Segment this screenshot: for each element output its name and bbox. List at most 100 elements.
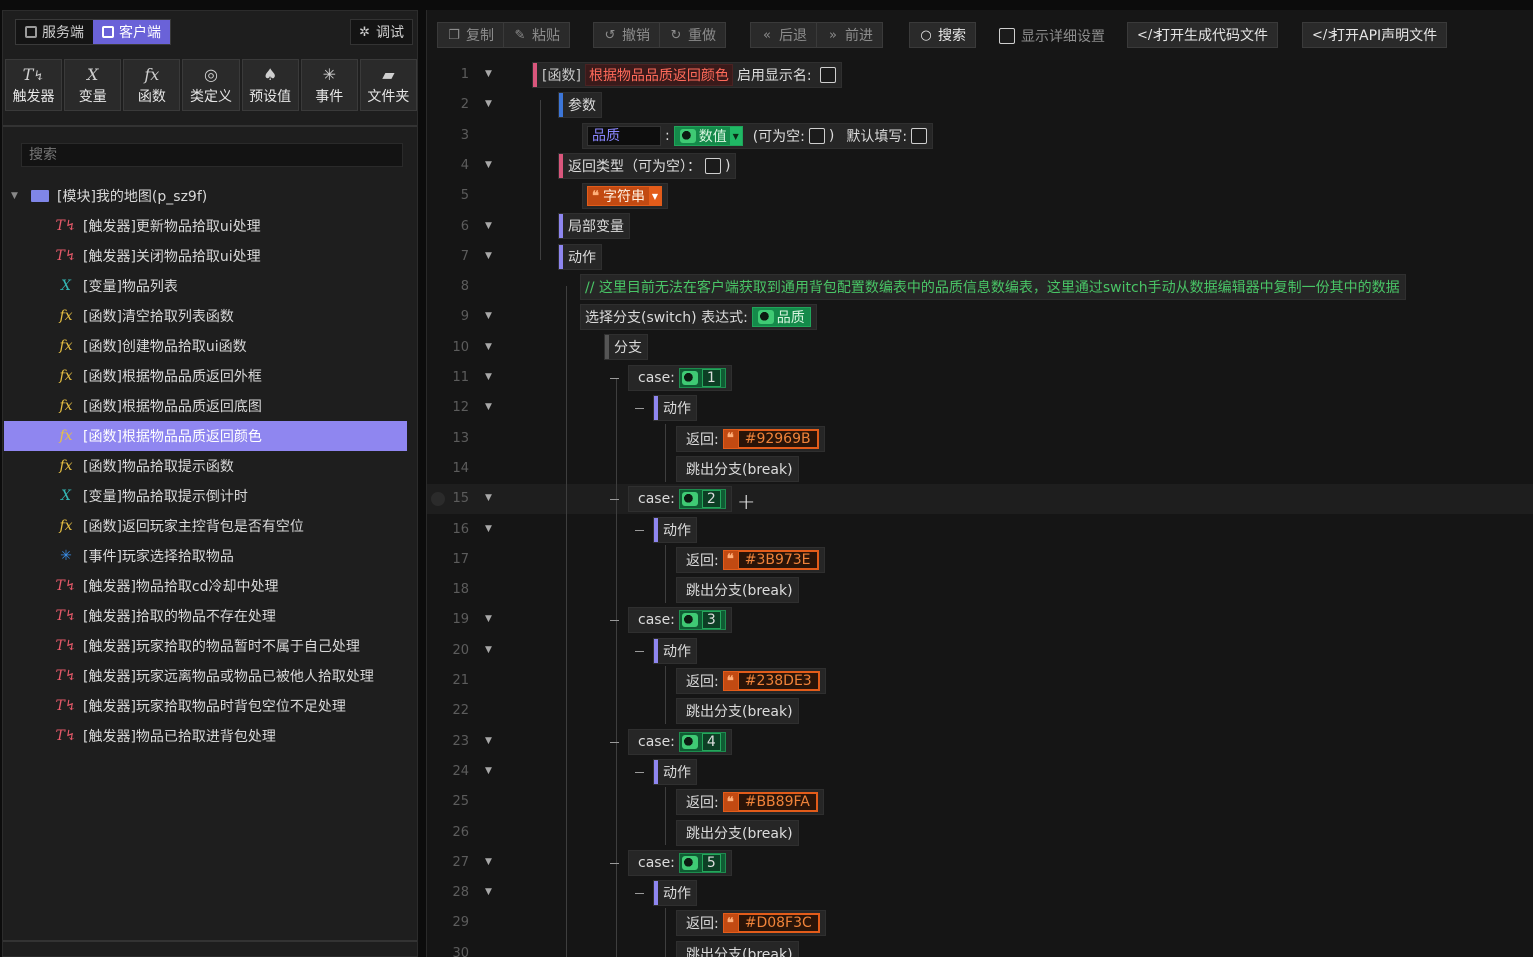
fold-toggle-icon[interactable]: ▼ [485, 645, 492, 655]
debug-button[interactable]: ✲ 调试 [350, 19, 413, 45]
return-value[interactable]: ❝ #238DE3 [722, 671, 820, 691]
fold-toggle-icon[interactable]: ▼ [485, 402, 492, 412]
chevron-down-icon[interactable]: ▼ [11, 191, 25, 201]
case-actions-block[interactable]: 动作 [653, 637, 697, 664]
switch-expression[interactable]: 品质 [751, 307, 811, 327]
fold-toggle-icon[interactable]: ▼ [485, 99, 492, 109]
tree-item[interactable]: fx [函数]创建物品拾取ui函数 [3, 331, 417, 361]
fold-toggle-icon[interactable]: ▼ [485, 311, 492, 321]
tool-preset[interactable]: ♠ 预设值 [241, 59, 299, 111]
fold-toggle-icon[interactable]: ▼ [485, 766, 492, 776]
case-value[interactable]: 3 [678, 610, 726, 631]
tree-item[interactable]: T↯ [触发器]玩家拾取物品时背包空位不足处理 [3, 691, 417, 721]
return-statement[interactable]: 返回: ❝ #D08F3C [676, 910, 826, 937]
comment-line[interactable]: // 这里目前无法在客户端获取到通用背包配置数编表中的品质信息数编表，这里通过s… [580, 274, 1406, 300]
tree-item[interactable]: T↯ [触发器]拾取的物品不存在处理 [3, 601, 417, 631]
paste-button[interactable]: ✎ 粘贴 [504, 23, 569, 47]
switch-block[interactable]: 选择分支(switch) 表达式: 品质 [580, 304, 817, 330]
fold-toggle-icon[interactable]: ▼ [485, 342, 492, 352]
tool-event[interactable]: ✳ 事件 [300, 59, 358, 111]
fold-toggle-icon[interactable]: ▼ [485, 887, 492, 897]
param-name-input[interactable]: 品质 [587, 126, 661, 146]
fold-toggle-icon[interactable]: ▼ [485, 221, 492, 231]
tree-item[interactable]: fx [函数]根据物品品质返回外框 [3, 361, 417, 391]
break-statement[interactable]: 跳出分支(break) [676, 698, 799, 725]
function-header[interactable]: [函数] 根据物品品质返回颜色 启用显示名: [532, 62, 842, 88]
tree-item[interactable]: X [变量]物品拾取提示倒计时 [3, 481, 417, 511]
tool-function[interactable]: fx 函数 [123, 59, 181, 111]
tool-class[interactable]: ◎ 类定义 [182, 59, 240, 111]
case-block[interactable]: case: 2 [628, 486, 732, 513]
add-icon[interactable]: + [737, 490, 755, 515]
tab-server[interactable]: 服务端 [16, 20, 93, 44]
fold-toggle-icon[interactable]: ▼ [485, 251, 492, 261]
return-value[interactable]: ❝ #92969B [722, 428, 819, 449]
fold-toggle-icon[interactable]: ▼ [485, 160, 492, 170]
return-statement[interactable]: 返回: ❝ #92969B [676, 425, 825, 452]
case-value[interactable]: 2 [678, 489, 726, 510]
forward-button[interactable]: » 前进 [817, 23, 882, 47]
case-block[interactable]: case: 4 [628, 728, 732, 755]
break-statement[interactable]: 跳出分支(break) [676, 455, 799, 482]
actions-block[interactable]: 动作 [558, 244, 602, 270]
tree-item[interactable]: T↯ [触发器]物品拾取cd冷却中处理 [3, 571, 417, 601]
return-value[interactable]: ❝ #3B973E [722, 549, 819, 570]
break-statement[interactable]: 跳出分支(break) [676, 819, 799, 846]
tree-item[interactable]: X [变量]物品列表 [3, 271, 417, 301]
search-button[interactable]: ○ 搜索 [910, 23, 975, 47]
branch-block[interactable]: 分支 [604, 334, 648, 360]
search-input[interactable] [21, 143, 403, 167]
tree-item[interactable]: fx [函数]返回玩家主控背包是否有空位 [3, 511, 417, 541]
case-value[interactable]: 4 [678, 731, 726, 752]
tree-item[interactable]: ✳ [事件]玩家选择拾取物品 [3, 541, 417, 571]
fold-toggle-icon[interactable]: ▼ [485, 372, 492, 382]
case-actions-block[interactable]: 动作 [653, 758, 697, 785]
fold-toggle-icon[interactable]: ▼ [485, 614, 492, 624]
tree-item[interactable]: T↯ [触发器]玩家拾取的物品暂时不属于自己处理 [3, 631, 417, 661]
fold-toggle-icon[interactable]: ▼ [485, 524, 492, 534]
copy-button[interactable]: ❐ 复制 [438, 23, 504, 47]
back-button[interactable]: «后退 [751, 23, 817, 47]
case-actions-block[interactable]: 动作 [653, 395, 697, 422]
function-name-field[interactable]: 根据物品品质返回颜色 [584, 64, 733, 86]
show-detail-checkbox[interactable] [999, 28, 1015, 44]
display-name-checkbox[interactable] [819, 67, 836, 83]
tree-item[interactable]: fx [函数]根据物品品质返回底图 [3, 391, 417, 421]
break-statement[interactable]: 跳出分支(break) [676, 577, 799, 604]
case-block[interactable]: case: 3 [628, 607, 732, 634]
tree-item[interactable]: T↯ [触发器]物品已拾取进背包处理 [3, 721, 417, 751]
tree-item[interactable]: fx [函数]物品拾取提示函数 [3, 451, 417, 481]
chevron-down-icon[interactable]: ▼ [649, 187, 661, 205]
return-value[interactable]: ❝ #BB89FA [722, 792, 818, 813]
chevron-down-icon[interactable]: ▼ [729, 127, 742, 145]
return-type-block[interactable]: 返回类型（可为空）： ) [558, 153, 737, 179]
local-vars-block[interactable]: 局部变量 [558, 213, 630, 239]
param-type-select[interactable]: 数值 ▼ [673, 126, 743, 146]
open-api-decl-button[interactable]: </> 打开API声明文件 [1303, 23, 1446, 47]
fold-toggle-icon[interactable]: ▼ [485, 736, 492, 746]
tree-item[interactable]: fx [函数]清空拾取列表函数 [3, 301, 417, 331]
case-value[interactable]: 1 [678, 368, 726, 388]
return-statement[interactable]: 返回: ❝ #238DE3 [676, 668, 826, 694]
return-value[interactable]: ❝ #D08F3C [722, 913, 820, 934]
open-gen-code-button[interactable]: </> 打开生成代码文件 [1128, 23, 1277, 47]
tree-root[interactable]: ▼ [模块]我的地图(p_sz9f) [3, 181, 417, 211]
return-nullable-checkbox[interactable] [705, 158, 721, 174]
break-statement[interactable]: 跳出分支(break) [676, 940, 799, 957]
tool-variable[interactable]: X 变量 [64, 59, 122, 111]
default-fill-checkbox[interactable] [911, 128, 928, 144]
tree-item[interactable]: T↯ [触发器]玩家远离物品或物品已被他人拾取处理 [3, 661, 417, 691]
tree-item[interactable]: T↯ [触发器]更新物品拾取ui处理 [3, 211, 417, 241]
case-block[interactable]: case: 1 [628, 365, 732, 391]
params-block[interactable]: 参数 [558, 92, 602, 118]
return-type-select[interactable]: ❝ 字符串 ▼ [587, 186, 662, 206]
case-value[interactable]: 5 [678, 852, 726, 873]
fold-toggle-icon[interactable]: ▼ [485, 493, 492, 503]
case-actions-block[interactable]: 动作 [653, 880, 697, 907]
fold-toggle-icon[interactable]: ▼ [485, 69, 492, 79]
tool-folder[interactable]: ▰ 文件夹 [359, 59, 417, 111]
case-actions-block[interactable]: 动作 [653, 516, 697, 543]
tree-item[interactable]: fx [函数]根据物品品质返回颜色 [4, 421, 407, 451]
tab-client[interactable]: 客户端 [93, 20, 170, 44]
undo-button[interactable]: ↺ 撤销 [594, 23, 660, 47]
